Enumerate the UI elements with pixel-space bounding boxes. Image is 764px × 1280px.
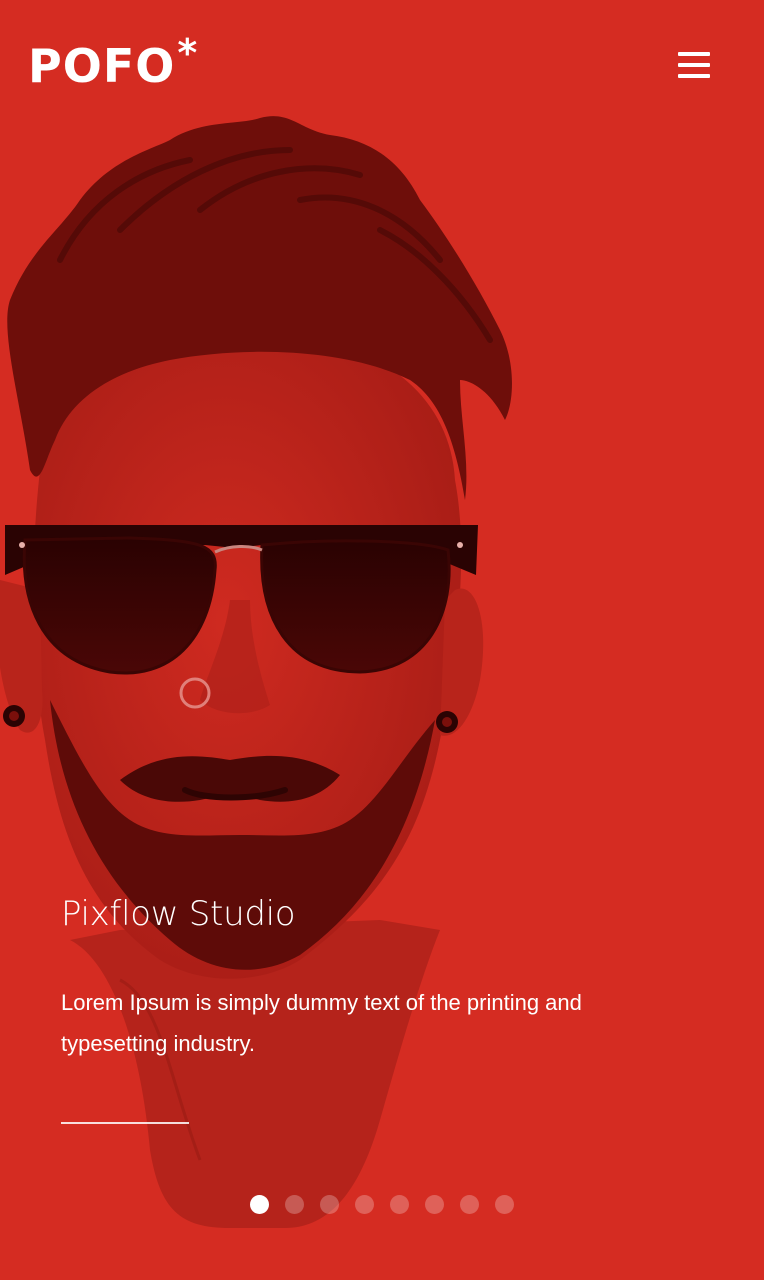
pagination-dot[interactable]: [250, 1195, 269, 1214]
pagination-dot[interactable]: [320, 1195, 339, 1214]
logo-asterisk-icon: *: [177, 31, 198, 75]
slide-caption: Pixflow Studio Lorem Ipsum is simply dum…: [61, 890, 681, 1064]
slide-description: Lorem Ipsum is simply dummy text of the …: [61, 990, 582, 1056]
slider-pagination: [250, 1195, 514, 1214]
caption-divider: [61, 1122, 189, 1124]
pagination-dot[interactable]: [390, 1195, 409, 1214]
pagination-dot[interactable]: [425, 1195, 444, 1214]
pagination-dot[interactable]: [495, 1195, 514, 1214]
pagination-dot[interactable]: [460, 1195, 479, 1214]
menu-bar-middle: [678, 63, 710, 67]
slide-title: Pixflow Studio: [61, 894, 296, 934]
hero-slider[interactable]: POFO * Pixflow Studio Lorem Ipsum is sim…: [0, 0, 764, 1280]
brand-logo[interactable]: POFO *: [28, 31, 198, 96]
pagination-dot[interactable]: [285, 1195, 304, 1214]
hero-portrait-image: [0, 116, 512, 1228]
pagination-dot[interactable]: [355, 1195, 374, 1214]
logo-text: POFO: [28, 39, 176, 93]
menu-bar-bottom: [678, 74, 710, 78]
menu-bar-top: [678, 52, 710, 56]
hamburger-menu-icon[interactable]: [672, 46, 716, 84]
